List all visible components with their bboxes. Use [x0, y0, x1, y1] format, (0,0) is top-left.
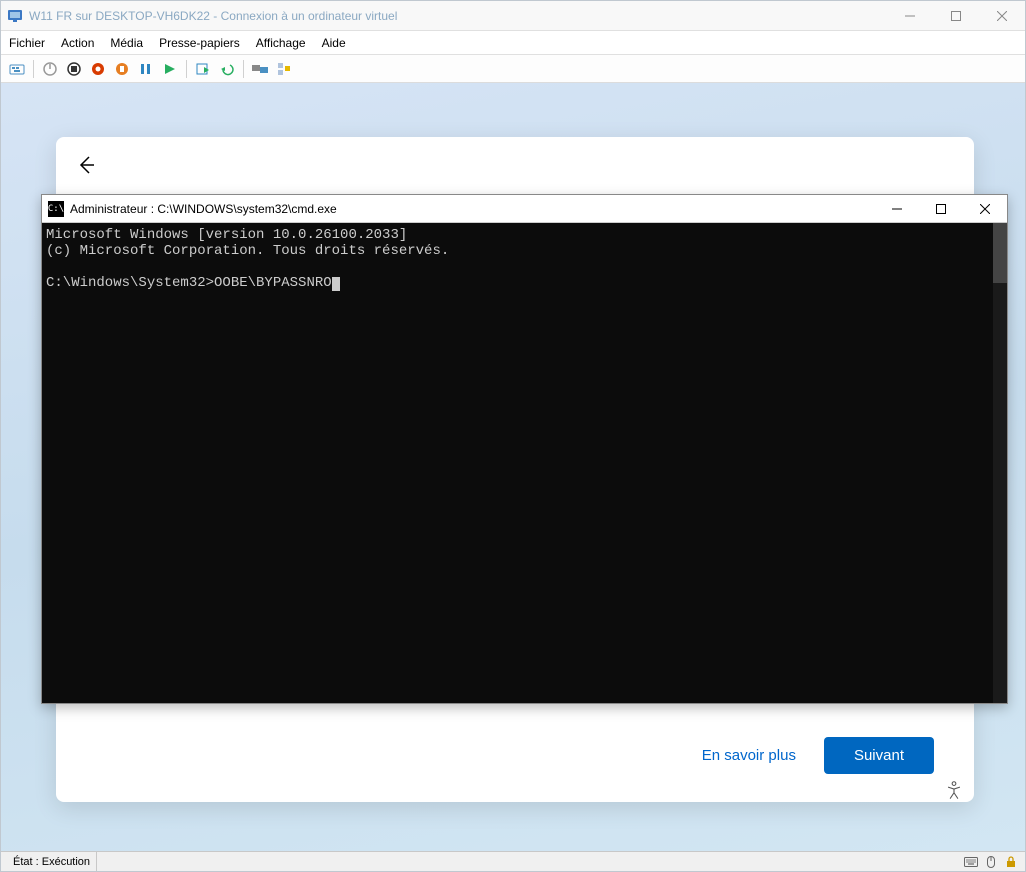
save-icon[interactable]: [112, 59, 132, 79]
outer-titlebar: W11 FR sur DESKTOP-VH6DK22 - Connexion à…: [1, 1, 1025, 31]
separator: [186, 60, 187, 78]
enhanced-session-icon[interactable]: [250, 59, 270, 79]
ctrl-alt-del-icon[interactable]: [7, 59, 27, 79]
turnoff-icon[interactable]: [64, 59, 84, 79]
menu-view[interactable]: Affichage: [256, 36, 306, 50]
share-icon[interactable]: [274, 59, 294, 79]
separator: [33, 60, 34, 78]
cmd-close-button[interactable]: [963, 195, 1007, 223]
menu-help[interactable]: Aide: [322, 36, 346, 50]
lock-indicator-icon: [1003, 855, 1019, 869]
hyperv-icon: [7, 8, 23, 24]
next-button[interactable]: Suivant: [824, 737, 934, 774]
vm-viewport: En savoir plus Suivant C:\ Administrateu…: [1, 83, 1025, 851]
reset-icon[interactable]: [160, 59, 180, 79]
menu-media[interactable]: Média: [110, 36, 143, 50]
learn-more-link[interactable]: En savoir plus: [702, 747, 796, 764]
cmd-body[interactable]: Microsoft Windows [version 10.0.26100.20…: [42, 223, 1007, 703]
checkpoint-icon[interactable]: [193, 59, 213, 79]
minimize-button[interactable]: [887, 1, 933, 31]
revert-icon[interactable]: [217, 59, 237, 79]
separator: [243, 60, 244, 78]
cmd-title: Administrateur : C:\WINDOWS\system32\cmd…: [70, 202, 875, 216]
status-label: État : Exécution: [7, 852, 97, 871]
maximize-button[interactable]: [933, 1, 979, 31]
cmd-cursor: [332, 277, 340, 291]
cmd-scrollbar[interactable]: [993, 223, 1007, 703]
pause-icon[interactable]: [136, 59, 156, 79]
keyboard-indicator-icon: [963, 855, 979, 869]
cmd-minimize-button[interactable]: [875, 195, 919, 223]
close-button[interactable]: [979, 1, 1025, 31]
mouse-indicator-icon: [983, 855, 999, 869]
window-title: W11 FR sur DESKTOP-VH6DK22 - Connexion à…: [29, 9, 887, 23]
cmd-output: Microsoft Windows [version 10.0.26100.20…: [46, 227, 449, 291]
statusbar: État : Exécution: [1, 851, 1025, 871]
menu-action[interactable]: Action: [61, 36, 94, 50]
start-gray-icon[interactable]: [40, 59, 60, 79]
cmd-maximize-button[interactable]: [919, 195, 963, 223]
back-arrow-icon[interactable]: [74, 153, 98, 183]
menu-file[interactable]: Fichier: [9, 36, 45, 50]
shutdown-icon[interactable]: [88, 59, 108, 79]
menu-clipboard[interactable]: Presse-papiers: [159, 36, 240, 50]
toolbar: [1, 55, 1025, 83]
accessibility-icon[interactable]: [943, 779, 965, 807]
cmd-titlebar[interactable]: C:\ Administrateur : C:\WINDOWS\system32…: [42, 195, 1007, 223]
cmd-window: C:\ Administrateur : C:\WINDOWS\system32…: [41, 194, 1008, 704]
menubar: Fichier Action Média Presse-papiers Affi…: [1, 31, 1025, 55]
cmd-icon: C:\: [48, 201, 64, 217]
cmd-scrollbar-thumb[interactable]: [993, 223, 1007, 283]
